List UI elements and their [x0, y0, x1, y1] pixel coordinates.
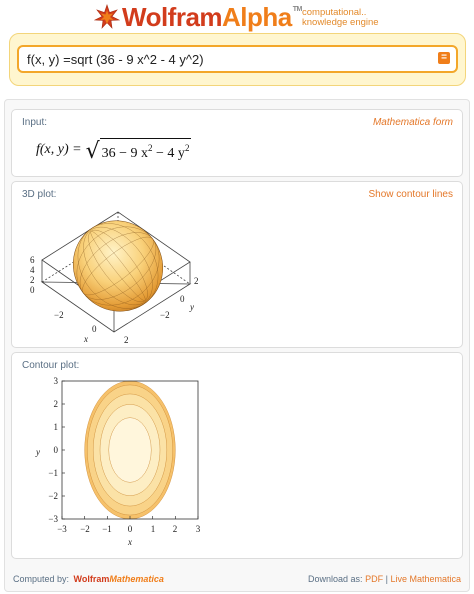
- computed-by: Computed by: WolframMathematica: [13, 574, 164, 584]
- formula-mid: − 4 y: [152, 146, 185, 161]
- spikey-star-icon: [94, 4, 120, 29]
- mathematica-form-link[interactable]: Mathematica form: [373, 117, 453, 128]
- contour-y-label: y: [35, 447, 40, 457]
- logo-word-alpha: Alpha: [222, 1, 292, 32]
- y-tick: 3: [54, 376, 59, 386]
- contour-level: [108, 417, 152, 483]
- x-tick-labels: −2 0 2 x: [54, 310, 129, 344]
- z-tick-labels: 6 4 2 0: [30, 255, 35, 295]
- contour-pod: Contour plot: 3 2 1 0 −1 −2 −3 y −3 −2 −…: [11, 352, 463, 559]
- search-input[interactable]: f(x, y) =sqrt (36 - 9 x^2 - 4 y^2) =: [17, 45, 458, 73]
- computed-by-label: Computed by:: [13, 574, 70, 584]
- mathematica-form-link-label[interactable]: Mathematica form: [373, 117, 453, 128]
- y-tick: 0: [180, 294, 185, 304]
- y-tick: 1: [54, 422, 59, 432]
- pdf-link[interactable]: PDF: [365, 574, 383, 584]
- show-contour-lines-link[interactable]: Show contour lines: [369, 189, 454, 200]
- z-tick: 0: [30, 285, 35, 295]
- footer: Computed by: WolframMathematica Download…: [5, 570, 469, 590]
- equals-icon[interactable]: =: [438, 52, 450, 64]
- x-tick: −1: [102, 524, 112, 534]
- download-links: Download as: PDF | Live Mathematica: [308, 574, 461, 584]
- logo-word-wolfram: Wolfram: [122, 1, 223, 32]
- x-tick: 1: [151, 524, 156, 534]
- formula-sqrt: √ 36 − 9 x2 − 4 y2: [85, 138, 192, 164]
- formula-exp-2: 2: [184, 143, 190, 153]
- y-tick: −1: [48, 468, 58, 478]
- header: Wolfram Alpha TM computational.. knowled…: [0, 0, 474, 34]
- separator: |: [385, 574, 388, 584]
- tagline-line2: knowledge engine: [302, 17, 379, 28]
- wolfram-word[interactable]: Wolfram: [74, 574, 110, 584]
- x-tick: 2: [124, 335, 129, 344]
- z-tick: 2: [30, 275, 35, 285]
- y-tick: −2: [160, 310, 170, 320]
- x-tick: 0: [92, 324, 97, 334]
- search-input-value[interactable]: f(x, y) =sqrt (36 - 9 x^2 - 4 y^2): [27, 52, 204, 67]
- plot-3d[interactable]: 6 4 2 0 −2 0 2 x 2 0 −2 y: [20, 204, 210, 344]
- pod-title-input: Input:: [22, 117, 48, 128]
- trademark: TM: [292, 5, 303, 13]
- y-tick: 2: [54, 399, 59, 409]
- y-tick: −3: [48, 514, 58, 524]
- x-tick: −2: [80, 524, 90, 534]
- wolframalpha-logo[interactable]: Wolfram Alpha TM: [94, 2, 302, 32]
- x-tick: 0: [128, 524, 133, 534]
- x-axis-label: x: [83, 334, 88, 344]
- input-pod: Input: Mathematica form f(x, y) = √ 36 −…: [11, 109, 463, 177]
- y-tick: 0: [54, 445, 59, 455]
- contour-plot[interactable]: 3 2 1 0 −1 −2 −3 y −3 −2 −1 0 1 2 3 x: [22, 375, 202, 557]
- y-tick: 2: [194, 276, 199, 286]
- y-axis-label: y: [189, 302, 194, 312]
- download-as-label: Download as:: [308, 574, 363, 584]
- input-formula: f(x, y) = √ 36 − 9 x2 − 4 y2: [36, 138, 192, 164]
- x-tick: 3: [196, 524, 201, 534]
- formula-lhs: f(x, y) =: [36, 142, 82, 157]
- x-tick: −3: [57, 524, 67, 534]
- y-tick-labels: 2 0 −2 y: [160, 276, 199, 320]
- z-tick: 4: [30, 265, 35, 275]
- x-tick: −2: [54, 310, 64, 320]
- mathematica-word[interactable]: Mathematica: [109, 574, 164, 584]
- pod-title-3d-plot: 3D plot:: [22, 189, 57, 200]
- contour-regions: [62, 380, 198, 520]
- wolfram-mathematica-link[interactable]: WolframMathematica: [74, 574, 164, 584]
- pod-title-contour-plot: Contour plot:: [22, 360, 80, 371]
- x-tick: 2: [173, 524, 178, 534]
- contour-x-ticks: −3 −2 −1 0 1 2 3: [57, 524, 201, 534]
- plot3d-pod: 3D plot: Show contour lines 6 4 2 0 −2 0…: [11, 181, 463, 348]
- live-mathematica-link[interactable]: Live Mathematica: [390, 574, 461, 584]
- formula-rhs: 36 − 9 x: [101, 146, 149, 161]
- y-tick: −2: [48, 491, 58, 501]
- logo-text: Wolfram Alpha TM: [122, 2, 302, 33]
- formula-radicand: 36 − 9 x2 − 4 y2: [99, 138, 192, 162]
- contour-y-ticks: 3 2 1 0 −1 −2 −3: [48, 376, 58, 524]
- radical-sign: √: [85, 139, 100, 164]
- results-panel: Input: Mathematica form f(x, y) = √ 36 −…: [4, 99, 470, 592]
- contour-x-label: x: [127, 537, 132, 547]
- z-tick: 6: [30, 255, 35, 265]
- tagline: computational.. knowledge engine: [302, 8, 379, 28]
- search-area: f(x, y) =sqrt (36 - 9 x^2 - 4 y^2) =: [9, 33, 466, 86]
